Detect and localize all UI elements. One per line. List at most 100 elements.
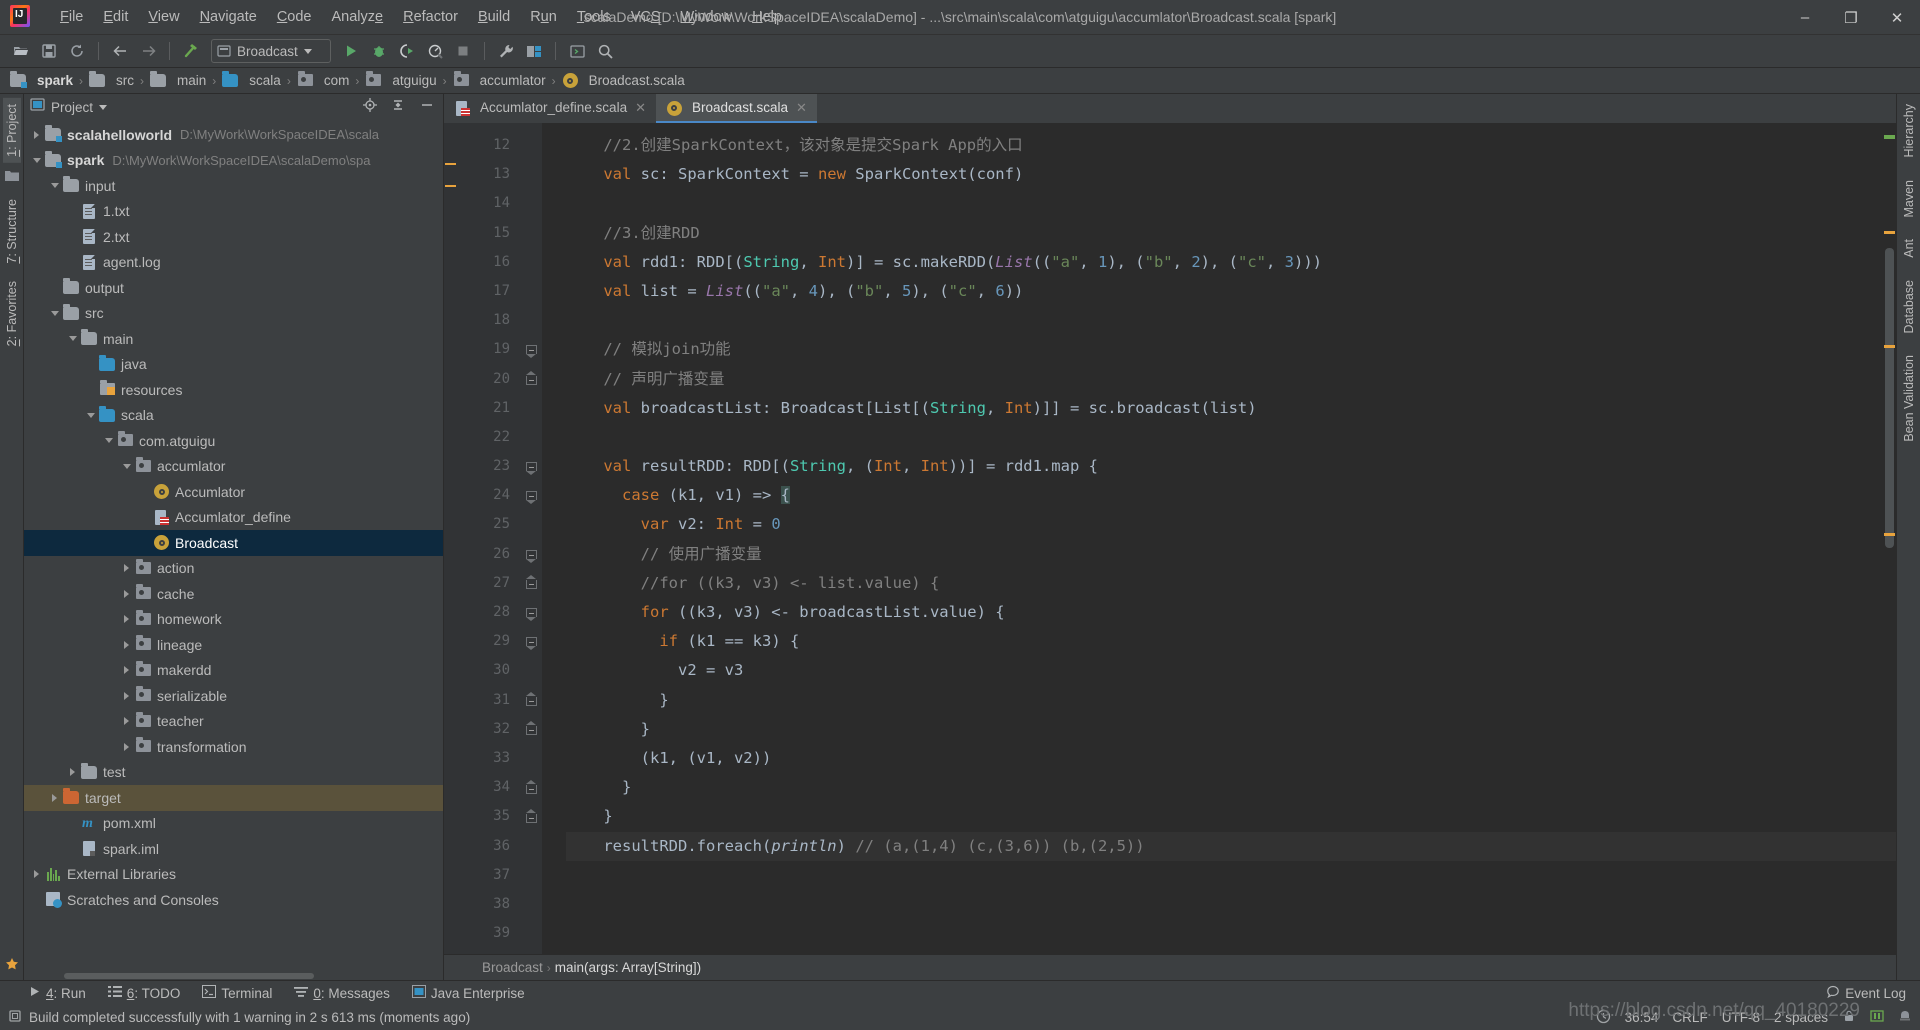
project-structure-icon[interactable] <box>521 38 547 64</box>
menu-window[interactable]: Window <box>671 5 743 29</box>
fold-marker[interactable] <box>520 627 542 656</box>
tree-node-resources[interactable]: resources <box>24 377 443 403</box>
chevron-down-icon[interactable] <box>48 307 61 320</box>
chevron-right-icon[interactable] <box>120 613 133 626</box>
tree-node-serializable[interactable]: serializable <box>24 683 443 709</box>
code-line[interactable]: //3.创建RDD <box>566 219 1896 248</box>
chevron-right-icon[interactable] <box>120 664 133 677</box>
breadcrumb-item-spark[interactable]: spark <box>6 70 77 91</box>
fold-marker[interactable] <box>520 365 542 394</box>
tree-node-accumlator[interactable]: Accumlator <box>24 479 443 505</box>
breadcrumb-item-src[interactable]: src <box>85 70 138 91</box>
tool-window-terminal[interactable]: Terminal <box>202 985 272 1001</box>
tree-node-main[interactable]: main <box>24 326 443 352</box>
menu-navigate[interactable]: Navigate <box>190 5 267 29</box>
breadcrumb-item-accumlator[interactable]: accumlator <box>449 70 550 91</box>
tree-node-pom-xml[interactable]: m pom.xml <box>24 811 443 837</box>
code-line[interactable]: val rdd1: RDD[(String, Int)] = sc.makeRD… <box>566 248 1896 277</box>
code-line[interactable]: val broadcastList: Broadcast[List[(Strin… <box>566 394 1896 423</box>
chevron-right-icon[interactable] <box>120 715 133 728</box>
collapse-all-icon[interactable] <box>390 97 406 118</box>
code-line[interactable]: // 模拟join功能 <box>566 335 1896 364</box>
menu-help[interactable]: Help <box>742 5 792 29</box>
editor-tab-accumlator-define-scala[interactable]: Accumlator_define.scala ✕ <box>444 94 656 123</box>
chevron-right-icon[interactable] <box>120 740 133 753</box>
chevron-down-icon[interactable] <box>84 409 97 422</box>
menu-edit[interactable]: Edit <box>93 5 138 29</box>
right-rail-database[interactable]: Database <box>1900 274 1918 340</box>
indent-setting[interactable]: 2 spaces <box>1774 1010 1828 1025</box>
tree-node-input[interactable]: input <box>24 173 443 199</box>
tree-node-accumlator-define[interactable]: Accumlator_define <box>24 505 443 531</box>
code-line[interactable] <box>566 890 1896 919</box>
code-folding-column[interactable] <box>520 123 542 954</box>
tool-window-java-enterprise[interactable]: Java Enterprise <box>411 985 525 1001</box>
clock-icon[interactable] <box>1596 1009 1611 1027</box>
tree-node-spark-iml[interactable]: spark.iml <box>24 836 443 862</box>
fold-marker[interactable] <box>520 715 542 744</box>
debug-icon[interactable] <box>366 38 392 64</box>
tree-node-external-libraries[interactable]: External Libraries <box>24 862 443 888</box>
chevron-right-icon[interactable] <box>48 791 61 804</box>
right-rail-bean-validation[interactable]: Bean Validation <box>1900 349 1918 448</box>
right-rail-hierarchy[interactable]: Hierarchy <box>1900 98 1918 164</box>
code-line[interactable] <box>566 861 1896 890</box>
menu-analyze[interactable]: Analyze <box>322 5 394 29</box>
close-tab-icon[interactable]: ✕ <box>635 100 646 116</box>
tree-node-1-txt[interactable]: 1.txt <box>24 199 443 225</box>
tree-node-output[interactable]: output <box>24 275 443 301</box>
tree-node-agent-log[interactable]: agent.log <box>24 250 443 276</box>
caret-position[interactable]: 36:54 <box>1625 1010 1659 1025</box>
rail-button-1-project[interactable]: 1: Project <box>2 98 21 163</box>
tree-node-java[interactable]: java <box>24 352 443 378</box>
file-encoding[interactable]: UTF-8 <box>1722 1010 1760 1025</box>
tree-node-teacher[interactable]: teacher <box>24 709 443 735</box>
profile-icon[interactable] <box>422 38 448 64</box>
tree-node-homework[interactable]: homework <box>24 607 443 633</box>
tree-node-spark[interactable]: spark D:\MyWork\WorkSpaceIDEA\scalaDemo\s… <box>24 148 443 174</box>
menu-tools[interactable]: Tools <box>567 5 621 29</box>
code-line[interactable]: //2.创建SparkContext，该对象是提交Spark App的入口 <box>566 131 1896 160</box>
code-line[interactable]: (k1, (v1, v2)) <box>566 744 1896 773</box>
code-line[interactable]: val sc: SparkContext = new SparkContext(… <box>566 160 1896 189</box>
forward-arrow-icon[interactable] <box>135 38 161 64</box>
stop-icon[interactable] <box>450 38 476 64</box>
right-rail-ant[interactable]: Ant <box>1900 233 1918 264</box>
tool-window-4-run[interactable]: 4: Run <box>28 985 86 1001</box>
right-rail-maven[interactable]: Maven <box>1900 174 1918 224</box>
tree-node-scalahelloworld[interactable]: scalahelloworld D:\MyWork\WorkSpaceIDEA\s… <box>24 122 443 148</box>
code-line[interactable]: } <box>566 773 1896 802</box>
chevron-right-icon[interactable] <box>66 766 79 779</box>
code-line[interactable]: if (k1 == k3) { <box>566 627 1896 656</box>
line-separator[interactable]: CRLF <box>1672 1010 1707 1025</box>
menu-run[interactable]: Run <box>520 5 567 29</box>
favorites-star-icon[interactable] <box>5 957 19 976</box>
code-line[interactable]: case (k1, v1) => { <box>566 481 1896 510</box>
fold-marker[interactable] <box>520 452 542 481</box>
search-everywhere-icon[interactable] <box>592 38 618 64</box>
chevron-down-icon[interactable] <box>102 434 115 447</box>
code-line[interactable]: resultRDD.foreach(println) // (a,(1,4) (… <box>566 831 1896 861</box>
tree-node-target[interactable]: target <box>24 785 443 811</box>
project-view-chevron-down-icon[interactable] <box>99 104 108 110</box>
code-line[interactable]: // 使用广播变量 <box>566 540 1896 569</box>
tool-window-0-messages[interactable]: 0: Messages <box>294 985 390 1001</box>
breadcrumb-item-scala[interactable]: scala <box>218 70 285 91</box>
back-arrow-icon[interactable] <box>107 38 133 64</box>
close-tab-icon[interactable]: ✕ <box>796 100 807 116</box>
fold-marker[interactable] <box>520 802 542 831</box>
build-hammer-icon[interactable] <box>178 38 204 64</box>
run-with-coverage-icon[interactable] <box>394 38 420 64</box>
code-line[interactable] <box>566 423 1896 452</box>
code-line[interactable]: //for ((k3, v3) <- list.value) { <box>566 569 1896 598</box>
editor-vertical-scrollbar[interactable] <box>1883 123 1896 954</box>
inspection-hector-icon[interactable] <box>1898 1009 1912 1026</box>
code-line[interactable]: } <box>566 715 1896 744</box>
code-line[interactable]: v2 = v3 <box>566 656 1896 685</box>
menu-view[interactable]: View <box>138 5 189 29</box>
tree-node-lineage[interactable]: lineage <box>24 632 443 658</box>
project-horizontal-scrollbar[interactable] <box>24 971 443 980</box>
refresh-icon[interactable] <box>64 38 90 64</box>
chevron-down-icon[interactable] <box>48 179 61 192</box>
tree-node-test[interactable]: test <box>24 760 443 786</box>
